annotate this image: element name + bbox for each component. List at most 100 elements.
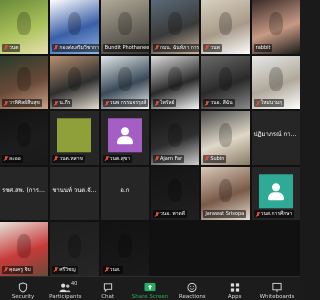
whiteboards-label: Whiteboards [259,293,295,300]
video-subject [168,11,182,36]
mic-muted-icon [105,156,109,161]
apps-button[interactable]: Apps [214,278,256,300]
apps-label: Apps [227,293,242,300]
video-subject [269,11,283,36]
participants-button[interactable]: 40 Participants [44,278,86,300]
participant-tile[interactable]: วนอ. สีฉัน [201,55,250,110]
participant-name-label: Bundit Phothanee [102,43,149,52]
participant-name-label: วนต.สุขา [102,154,132,163]
participant-name: กองส่งเสริมวิชาการและงานวิจัย [59,44,99,51]
participant-name: วนอ. สีฉัน [210,100,233,107]
mic-muted-icon [4,100,8,106]
participant-name: Subin [210,155,225,162]
participant-name: วนต.หสาข [59,155,83,162]
participant-name: วนอ. พาดดี [159,211,185,218]
mic-muted-icon [155,156,159,161]
participant-center-name: ปฏิมาภรณ์ การเจ... [253,131,300,139]
participant-name-label: วนพ [203,43,222,52]
participant-name-area: ปฏิมาภรณ์ การเจ... [252,111,300,165]
participant-name: วนส.การศึกษา [260,211,293,218]
participant-tile[interactable]: น.ภีร [50,55,99,110]
participant-name: rabbit [255,44,271,51]
participant-tile[interactable]: วาทิศิลย์สืบสุข [0,55,49,110]
video-subject [218,122,233,147]
participant-tile[interactable]: Bundit Phothanee [100,0,149,54]
participant-tile[interactable]: วนส. [100,222,149,276]
participant-grid: วนต กองส่งเสริมวิชาการและงานวิจัย Bundit P… [0,0,300,276]
mic-muted-icon [256,211,260,217]
video-subject [67,67,82,91]
participant-name-label: Subin [203,154,227,163]
mic-muted-icon [205,100,209,106]
video-subject [17,11,31,36]
participant-name-label: วนต.หสาข [52,154,85,163]
participant-tile[interactable]: อ.ก [100,166,149,221]
participant-tile[interactable]: คุณครู จิบ [0,222,49,276]
reactions-label: Reactions [178,293,206,300]
participant-tile[interactable]: ใหม่นามกุ [251,55,300,110]
whiteboards-button[interactable]: Whiteboards [256,278,298,300]
participant-tile[interactable]: วนต.หสาข [50,111,99,165]
participant-tile[interactable]: วนพ กรรมจรรุงส์ [100,55,149,110]
participant-tile[interactable]: rabbit [251,0,300,54]
participant-name-area: ชานนท์ วนต.จันทร์... [50,167,98,221]
mic-muted-icon [256,100,260,106]
security-button[interactable]: Security [2,278,44,300]
participant-name-label: Jarawat Srisopa [203,210,247,219]
participant-name-label: ไพรัลย์ [152,99,177,108]
people-icon: 40 [57,281,77,293]
video-subject [168,67,182,91]
participant-tile[interactable]: วนส.การศึกษา [251,166,300,221]
chat-icon [100,282,116,293]
mic-muted-icon [105,267,109,272]
participant-tile[interactable]: ละออ [0,111,49,165]
reactions-button[interactable]: Reactions [171,278,213,300]
participant-tile[interactable]: ศรีวิชญ [50,222,99,276]
video-subject [118,67,132,91]
participant-name-area: รชศ.สพ. (การเงิน) [0,167,48,221]
mic-muted-icon [4,156,8,161]
participant-name-label: กองส่งเสริมวิชาการและงานวิจัย [52,43,99,52]
participant-name: น.ภีร [59,100,71,107]
participant-count: 40 [70,280,78,287]
participant-tile[interactable]: Ajarn Far [150,111,200,165]
participant-name-label: ละออ [2,154,23,163]
participant-name: Ajarn Far [159,155,183,162]
participant-tile[interactable]: รชศ.สพ. (การเงิน) [0,166,49,221]
participant-name: วนพ [210,44,220,51]
meeting-toolbar: Security 40 Participants Chat Share Screen Re… [0,276,300,300]
share-button[interactable]: Share Screen [129,278,171,300]
participant-tile[interactable]: วนพ [201,0,250,54]
participant-tile[interactable]: ปฏิมาภรณ์ การเจ... [251,111,300,165]
participant-tile[interactable]: วนต [0,0,49,54]
participant-tile[interactable]: ชานนท์ วนต.จันทร์... [50,166,99,221]
participant-tile[interactable]: ไพรัลย์ [150,55,200,110]
participant-name: วนพ กรรมจรรุงส์ [109,100,147,107]
participant-name-label: กมน. ฉันท์ภา การลม [152,43,200,52]
share-screen-icon [142,282,158,293]
participant-tile[interactable]: วนอ. พาดดี [150,166,200,221]
mic-muted-icon [105,100,109,106]
participant-name: ละออ [9,155,21,162]
mic-muted-icon [4,45,8,50]
participant-name-label: rabbit [253,43,273,52]
participant-name: วาทิศิลย์สืบสุข [9,100,40,107]
video-subject [118,234,132,258]
avatar [57,118,92,153]
participant-name-label: ศรีวิชญ [52,265,78,274]
participant-name: กมน. ฉันท์ภา การลม [159,44,200,51]
participants-label: Participants [49,293,82,300]
video-subject [118,11,132,36]
participant-tile[interactable]: Jarawat Srisopa [201,166,250,221]
mic-muted-icon [54,100,58,106]
video-subject [67,11,82,36]
participant-name-label: Ajarn Far [152,154,185,163]
participant-tile[interactable]: วนต.สุขา [100,111,149,165]
chat-button[interactable]: Chat [87,278,129,300]
participant-tile[interactable]: กมน. ฉันท์ภา การลม [150,0,200,54]
participant-name-label: น.ภีร [52,99,73,108]
mic-muted-icon [4,267,8,272]
participant-name-label: วนอ. สีฉัน [203,99,235,108]
participant-tile[interactable]: กองส่งเสริมวิชาการและงานวิจัย [50,0,99,54]
participant-tile[interactable]: Subin [201,111,250,165]
